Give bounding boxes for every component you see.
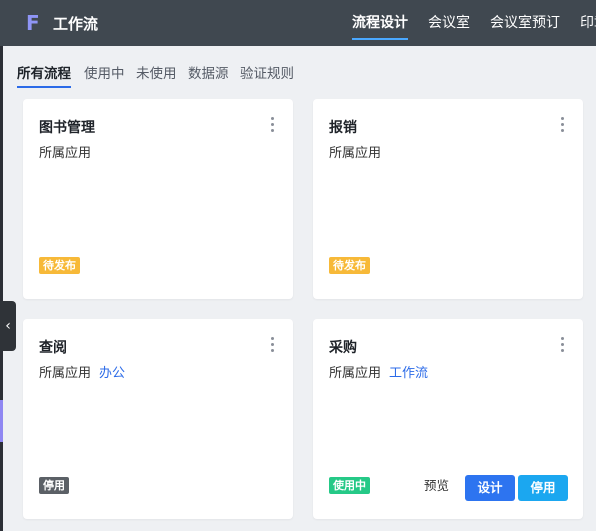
flow-card[interactable]: 报销 所属应用 待发布 (313, 99, 583, 299)
tab-all-flows[interactable]: 所有流程 (17, 64, 71, 88)
status-badge: 待发布 (329, 257, 370, 274)
tab-validation-rules[interactable]: 验证规则 (240, 64, 294, 84)
app-name[interactable]: 工作流 (389, 366, 428, 381)
card-title: 查阅 (39, 340, 67, 356)
status-badge: 停用 (39, 477, 69, 494)
more-icon[interactable] (269, 337, 275, 353)
top-bar: F 工作流 流程设计 会议室 会议室预订 印章 (0, 0, 596, 46)
design-button[interactable]: 设计 (465, 475, 515, 501)
card-title: 采购 (329, 340, 357, 356)
app-label: 所属应用 (39, 146, 92, 161)
app-label: 所属应用 (329, 146, 382, 161)
card-app-row: 所属应用 (329, 145, 389, 163)
tab-data-source[interactable]: 数据源 (188, 64, 229, 84)
app-name[interactable]: 办公 (99, 366, 125, 381)
nav-meeting-room[interactable]: 会议室 (428, 0, 470, 46)
collapse-chevron-icon[interactable]: ‹ (0, 301, 16, 351)
card-app-row: 所属应用 工作流 (329, 365, 428, 383)
nav-meeting-booking[interactable]: 会议室预订 (490, 0, 560, 46)
card-app-row: 所属应用 办公 (39, 365, 125, 383)
status-badge: 待发布 (39, 257, 80, 274)
more-icon[interactable] (559, 117, 565, 133)
flow-card[interactable]: 采购 所属应用 工作流 使用中 预览 设计 停用 (313, 319, 583, 519)
nav-flow-design[interactable]: 流程设计 (352, 0, 408, 46)
sidebar-accent (0, 400, 3, 442)
preview-link[interactable]: 预览 (424, 477, 449, 495)
app-label: 所属应用 (329, 366, 382, 381)
disable-button[interactable]: 停用 (518, 475, 568, 501)
flow-card[interactable]: 查阅 所属应用 办公 停用 (23, 319, 293, 519)
card-title: 报销 (329, 120, 357, 136)
tab-in-use[interactable]: 使用中 (84, 64, 125, 84)
app-label: 所属应用 (39, 366, 92, 381)
card-app-row: 所属应用 (39, 145, 99, 163)
sidebar-strip (0, 46, 3, 531)
more-icon[interactable] (269, 117, 275, 133)
tab-unused[interactable]: 未使用 (136, 64, 177, 84)
app-title: 工作流 (53, 15, 99, 33)
app-logo: F (26, 11, 40, 35)
more-icon[interactable] (559, 337, 565, 353)
nav-seal[interactable]: 印章 (580, 0, 596, 46)
status-badge: 使用中 (329, 477, 370, 494)
flow-card[interactable]: 图书管理 所属应用 待发布 (23, 99, 293, 299)
card-title: 图书管理 (39, 120, 95, 136)
